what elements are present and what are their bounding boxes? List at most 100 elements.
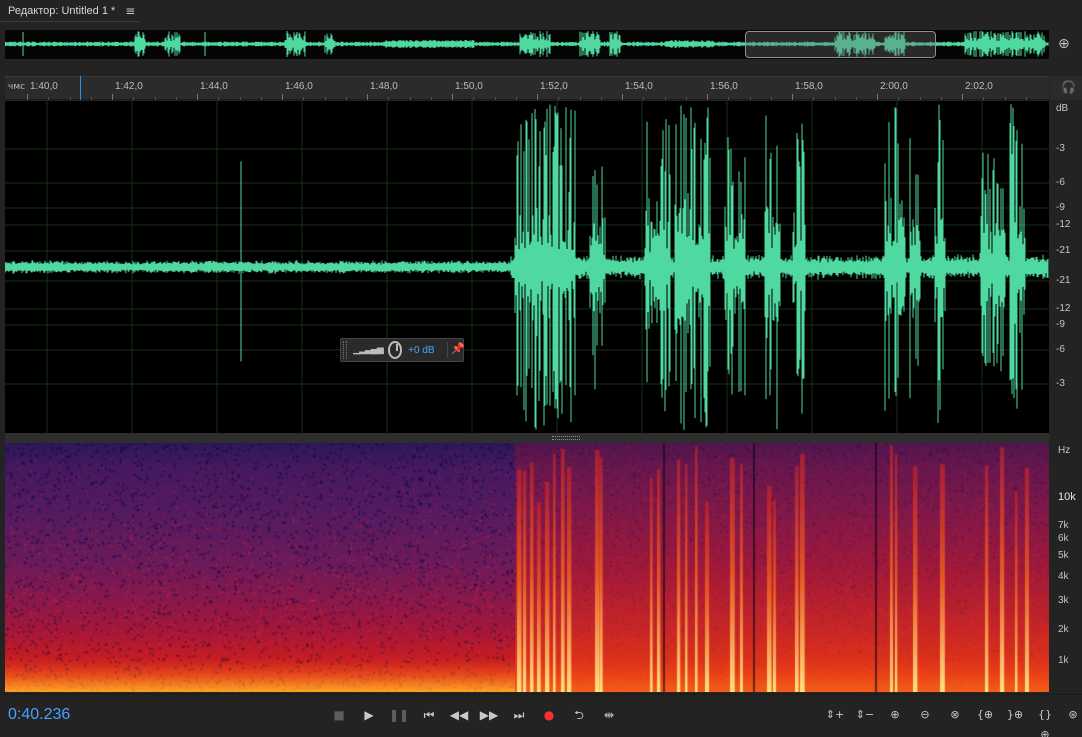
ruler-minor-tick bbox=[1025, 97, 1027, 100]
ruler-minor-tick bbox=[69, 97, 71, 100]
stop-button[interactable]: ■ bbox=[328, 705, 350, 725]
overview-visible-range[interactable] bbox=[745, 31, 936, 58]
ruler-tick-label: 1:50,0 bbox=[455, 81, 483, 92]
ruler-major-tick bbox=[197, 94, 198, 100]
ruler-minor-tick bbox=[919, 97, 921, 100]
ruler-minor-tick bbox=[1004, 97, 1006, 100]
ruler-minor-tick bbox=[558, 97, 560, 100]
editor-title-bar: Редактор: Untitled 1 * ≡ bbox=[0, 0, 1082, 22]
frequency-scale: Hz 10k 7k 6k 5k 4k 3k 2k 1k bbox=[1050, 443, 1082, 692]
ruler-minor-tick bbox=[813, 97, 815, 100]
ruler-minor-tick bbox=[494, 97, 496, 100]
ruler-major-tick bbox=[27, 94, 28, 100]
ruler-minor-tick bbox=[239, 97, 241, 100]
ruler-minor-tick bbox=[643, 97, 645, 100]
volume-hud[interactable]: ▁▂▃▄▅ +0 dB 📌 bbox=[340, 338, 465, 362]
ruler-tick-label: 1:48,0 bbox=[370, 81, 398, 92]
ruler-minor-tick bbox=[770, 97, 772, 100]
play-button[interactable]: ▶ bbox=[358, 705, 380, 725]
waveform-canvas bbox=[5, 101, 1049, 433]
pause-button[interactable]: ❚❚ bbox=[388, 705, 410, 725]
ruler-minor-tick bbox=[324, 97, 326, 100]
zoom-in-time-icon[interactable]: ⊕ bbox=[884, 705, 906, 725]
db-scale: dB -3 -6 -9 -12 -21 -21 -12 -9 -6 -3 bbox=[1050, 101, 1082, 433]
ruler-minor-tick bbox=[983, 97, 985, 100]
zoom-in-at-end-icon[interactable]: }⊕ bbox=[1004, 705, 1026, 725]
db-scale-label: -6 bbox=[1056, 177, 1065, 188]
ruler-major-tick bbox=[282, 94, 283, 100]
ruler-minor-tick bbox=[898, 97, 900, 100]
db-scale-label: -12 bbox=[1056, 303, 1071, 314]
ruler-minor-tick bbox=[154, 97, 156, 100]
ruler-unit: чмс bbox=[8, 82, 26, 92]
hud-drag-grip[interactable] bbox=[343, 341, 348, 359]
move-to-previous-button[interactable]: ⏮ bbox=[418, 705, 440, 725]
zoom-selection-icon[interactable]: ⊛ bbox=[1062, 705, 1082, 725]
waveform-display[interactable] bbox=[5, 101, 1049, 433]
panel-divider[interactable] bbox=[5, 433, 1049, 443]
ruler-minor-tick bbox=[430, 97, 432, 100]
hamburger-menu-icon[interactable]: ≡ bbox=[125, 4, 135, 18]
current-time-display[interactable]: 0:40.236 bbox=[8, 706, 70, 724]
db-scale-label: -3 bbox=[1056, 143, 1065, 154]
pin-icon[interactable]: 📌 bbox=[447, 342, 465, 358]
loop-playback-button[interactable]: ⮌ bbox=[568, 705, 590, 725]
ruler-major-tick bbox=[707, 94, 708, 100]
ruler-minor-tick bbox=[260, 97, 262, 100]
zoom-out-amplitude-icon[interactable]: ⇕− bbox=[854, 705, 876, 725]
ruler-minor-tick bbox=[48, 97, 50, 100]
ruler-minor-tick bbox=[133, 97, 135, 100]
divider-grip[interactable] bbox=[552, 436, 580, 440]
ruler-major-tick bbox=[367, 94, 368, 100]
record-button[interactable]: ● bbox=[538, 705, 560, 725]
ruler-minor-tick bbox=[749, 97, 751, 100]
skip-selection-button[interactable]: ⇹ bbox=[598, 705, 620, 725]
playhead-marker[interactable] bbox=[80, 76, 81, 100]
db-scale-label: -6 bbox=[1056, 344, 1065, 355]
zoom-out-time-icon[interactable]: ⊖ bbox=[914, 705, 936, 725]
overview-navigator[interactable] bbox=[5, 30, 1049, 59]
ruler-minor-tick bbox=[600, 97, 602, 100]
db-scale-label: -21 bbox=[1056, 275, 1071, 286]
spectral-display[interactable] bbox=[5, 443, 1049, 692]
hz-scale-label: 10k bbox=[1058, 491, 1076, 503]
level-bars-icon: ▁▂▃▄▅ bbox=[353, 345, 384, 355]
db-scale-label: -9 bbox=[1056, 202, 1065, 213]
hud-volume-value: +0 dB bbox=[408, 344, 435, 356]
ruler-major-tick bbox=[962, 94, 963, 100]
ruler-minor-tick bbox=[303, 97, 305, 100]
ruler-major-tick bbox=[537, 94, 538, 100]
ruler-minor-tick bbox=[473, 97, 475, 100]
ruler-major-tick bbox=[112, 94, 113, 100]
db-scale-label: -9 bbox=[1056, 319, 1065, 330]
ruler-minor-tick bbox=[515, 97, 517, 100]
ruler-minor-tick bbox=[218, 97, 220, 100]
db-scale-label: -21 bbox=[1056, 245, 1071, 256]
zoom-navigator-icon[interactable]: ⊕ bbox=[1058, 36, 1078, 54]
hz-scale-label: 3k bbox=[1058, 595, 1069, 606]
ruler-major-tick bbox=[792, 94, 793, 100]
ruler-minor-tick bbox=[940, 97, 942, 100]
zoom-in-amplitude-icon[interactable]: ⇕+ bbox=[824, 705, 846, 725]
ruler-major-tick bbox=[452, 94, 453, 100]
hz-scale-label: 1k bbox=[1058, 655, 1069, 666]
volume-knob-icon[interactable] bbox=[387, 341, 403, 359]
zoom-in-at-start-icon[interactable]: {⊕ bbox=[974, 705, 996, 725]
db-unit-label: dB bbox=[1056, 103, 1069, 114]
ruler-tick-label: 1:52,0 bbox=[540, 81, 568, 92]
ruler-tick-label: 1:42,0 bbox=[115, 81, 143, 92]
ruler-minor-tick bbox=[834, 97, 836, 100]
rewind-button[interactable]: ◀◀ bbox=[448, 705, 470, 725]
move-to-next-button[interactable]: ⏭ bbox=[508, 705, 530, 725]
editor-title[interactable]: Редактор: Untitled 1 * bbox=[8, 5, 115, 17]
fast-forward-button[interactable]: ▶▶ bbox=[478, 705, 500, 725]
ruler-minor-tick bbox=[90, 97, 92, 100]
zoom-out-full-icon[interactable]: ⊗ bbox=[944, 705, 966, 725]
headphones-icon[interactable]: 🎧 bbox=[1061, 80, 1076, 94]
transport-bar: 0:40.236 ■ ▶ ❚❚ ⏮ ◀◀ ▶▶ ⏭ ● ⮌ ⇹ ⇕+ ⇕− ⊕ … bbox=[0, 694, 1082, 737]
time-ruler[interactable]: чмс 1:40,0 1:42,0 1:44,0 1:46,0 1:48,0 1:50,0… bbox=[5, 76, 1049, 100]
ruler-minor-tick bbox=[664, 97, 666, 100]
ruler-minor-tick bbox=[409, 97, 411, 100]
zoom-to-selection-icon[interactable]: {}⊕ bbox=[1034, 705, 1056, 737]
ruler-minor-tick bbox=[685, 97, 687, 100]
